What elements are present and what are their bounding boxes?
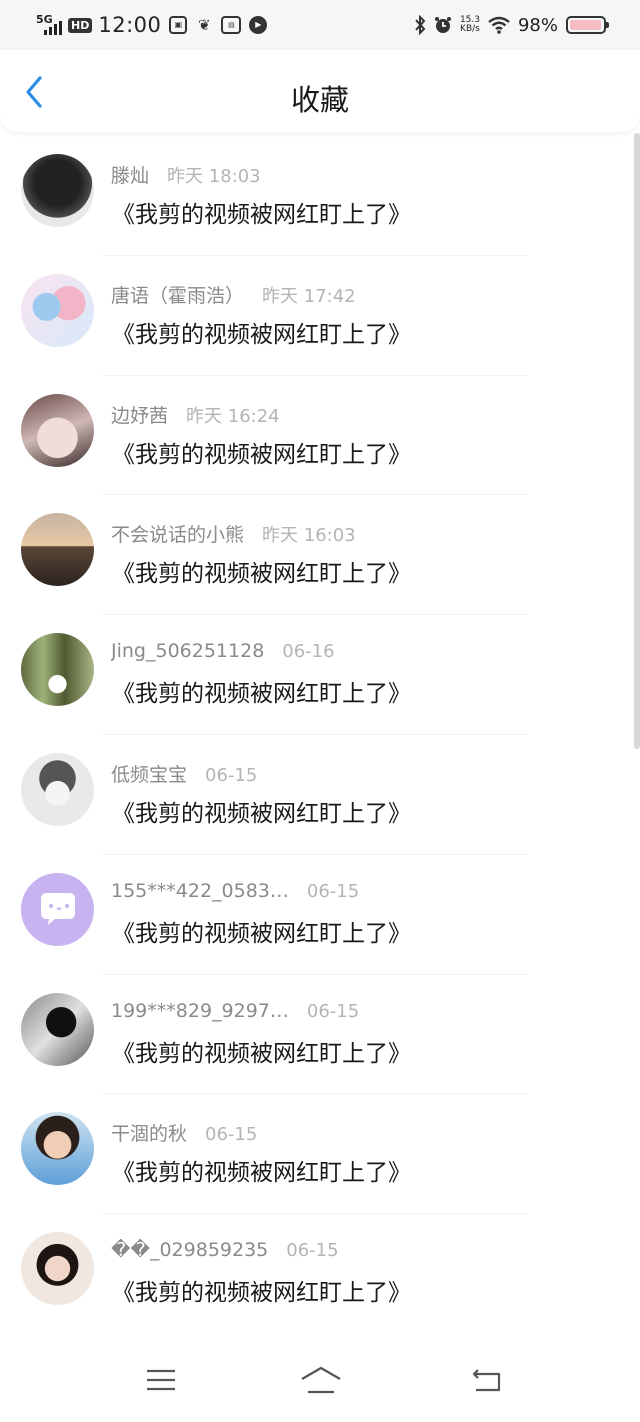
item-meta: 唐语（霍雨浩） 昨天 17:42 (111, 281, 356, 308)
item-meta: 199***829_9297… 06-15 (111, 1000, 359, 1022)
list-item[interactable]: 不会说话的小熊 昨天 16:03 《我剪的视频被网红盯上了》 (0, 495, 634, 616)
user-name[interactable]: 边妤茜 (111, 401, 168, 428)
notification-play-icon: ▶ (249, 16, 268, 34)
home-icon (301, 1366, 341, 1394)
avatar[interactable] (21, 752, 94, 826)
list-item[interactable]: 滕灿 昨天 18:03 《我剪的视频被网红盯上了》 (0, 136, 634, 256)
user-name[interactable]: 不会说话的小熊 (111, 520, 244, 547)
user-name[interactable]: Jing_506251128 (111, 640, 264, 662)
avatar[interactable] (21, 992, 94, 1066)
list-item[interactable]: 边妤茜 昨天 16:24 《我剪的视频被网红盯上了》 (0, 376, 634, 496)
favorite-content[interactable]: 《我剪的视频被网红盯上了》 (112, 1034, 411, 1068)
timestamp: 06-15 (306, 1000, 360, 1022)
list-item[interactable]: 155***422_0583… 06-15 《我剪的视频被网红盯上了》 (0, 855, 634, 975)
user-name[interactable]: 唐语（霍雨浩） (111, 281, 244, 308)
item-meta: 干涸的秋 06-15 (111, 1119, 257, 1146)
item-meta: ��_029859235 06-15 (111, 1239, 339, 1261)
user-name[interactable]: 干涸的秋 (111, 1119, 187, 1146)
hd-badge: HD (68, 17, 93, 33)
item-meta: 边妤茜 昨天 16:24 (111, 401, 280, 428)
chat-bubble-icon (41, 892, 75, 925)
header: 收藏 (0, 50, 640, 132)
battery-icon (566, 16, 609, 34)
list-item[interactable]: ��_029859235 06-15 《我剪的视频被网红盯上了》 (0, 1214, 634, 1334)
favorite-content[interactable]: 《我剪的视频被网红盯上了》 (112, 674, 411, 708)
favorite-content[interactable]: 《我剪的视频被网红盯上了》 (112, 195, 411, 229)
signal-icon: 5G (36, 13, 66, 37)
favorite-content[interactable]: 《我剪的视频被网红盯上了》 (112, 315, 411, 349)
user-name[interactable]: 199***829_9297… (111, 1000, 289, 1022)
list-item[interactable]: Jing_506251128 06-16 《我剪的视频被网红盯上了》 (0, 615, 634, 735)
list-item[interactable]: 199***829_9297… 06-15 《我剪的视频被网红盯上了》 (0, 975, 634, 1095)
notification-leaf-icon: ❦ (198, 16, 211, 34)
item-meta: 低频宝宝 06-15 (111, 760, 257, 787)
avatar[interactable] (21, 393, 94, 467)
notification-news-icon: ▤ (221, 16, 242, 34)
timestamp: 06-16 (282, 641, 335, 663)
notification-box-icon: ▣ (169, 16, 188, 34)
favorites-list: 滕灿 昨天 18:03 《我剪的视频被网红盯上了》 唐语（霍雨浩） 昨天 17:42 《我… (0, 136, 634, 1334)
timestamp: 昨天 16:24 (186, 405, 280, 427)
list-item[interactable]: 唐语（霍雨浩） 昨天 17:42 《我剪的视频被网红盯上了》 (0, 256, 634, 376)
avatar[interactable] (21, 872, 94, 946)
scrollbar[interactable] (634, 133, 640, 749)
avatar[interactable] (21, 1112, 94, 1186)
favorite-content[interactable]: 《我剪的视频被网红盯上了》 (112, 1153, 411, 1187)
page-title: 收藏 (290, 83, 349, 117)
alarm-icon (434, 17, 451, 33)
timestamp: 昨天 18:03 (167, 166, 261, 187)
list-item[interactable]: 干涸的秋 06-15 《我剪的视频被网红盯上了》 (0, 1094, 634, 1215)
avatar[interactable] (21, 1232, 94, 1306)
item-meta: 滕灿 昨天 18:03 (111, 161, 261, 188)
network-speed: 15.3 KB/s (460, 16, 480, 34)
favorite-content[interactable]: 《我剪的视频被网红盯上了》 (112, 554, 411, 588)
user-name[interactable]: ��_029859235 (111, 1239, 268, 1261)
speed-unit: KB/s (460, 24, 480, 34)
avatar[interactable] (21, 154, 94, 227)
battery-percent: 98% (517, 14, 558, 36)
avatar[interactable] (21, 633, 94, 707)
timestamp: 06-15 (205, 764, 258, 786)
favorite-content[interactable]: 《我剪的视频被网红盯上了》 (112, 794, 411, 828)
favorite-content[interactable]: 《我剪的视频被网红盯上了》 (112, 1273, 411, 1307)
user-name[interactable]: 低频宝宝 (111, 760, 187, 787)
item-meta: 不会说话的小熊 昨天 16:03 (111, 520, 356, 547)
timestamp: 昨天 17:42 (262, 285, 356, 307)
item-meta: 155***422_0583… 06-15 (111, 880, 359, 902)
user-name[interactable]: 155***422_0583… (111, 880, 289, 902)
wifi-icon (488, 16, 510, 34)
back-icon (472, 1369, 501, 1392)
avatar[interactable] (21, 513, 94, 587)
home-button[interactable] (296, 1360, 346, 1400)
clock: 12:00 (98, 13, 162, 37)
favorite-content[interactable]: 《我剪的视频被网红盯上了》 (112, 914, 411, 948)
favorite-content[interactable]: 《我剪的视频被网红盯上了》 (112, 435, 411, 469)
avatar[interactable] (21, 273, 94, 347)
back-nav-button[interactable] (462, 1360, 512, 1400)
menu-button[interactable] (136, 1360, 186, 1400)
item-meta: Jing_506251128 06-16 (111, 640, 335, 662)
user-name[interactable]: 滕灿 (111, 161, 149, 188)
timestamp: 06-15 (205, 1124, 258, 1146)
system-nav-bar (0, 1330, 640, 1422)
timestamp: 06-15 (286, 1240, 339, 1262)
timestamp: 昨天 16:03 (262, 525, 356, 547)
timestamp: 06-15 (306, 880, 360, 902)
list-item[interactable]: 低频宝宝 06-15 《我剪的视频被网红盯上了》 (0, 735, 634, 855)
status-bar: 5G HD 12:00 ▣ ❦ ▤ ▶ 15.3 KB/s 98% (0, 0, 640, 50)
bluetooth-icon (415, 15, 426, 35)
menu-icon (147, 1369, 175, 1391)
